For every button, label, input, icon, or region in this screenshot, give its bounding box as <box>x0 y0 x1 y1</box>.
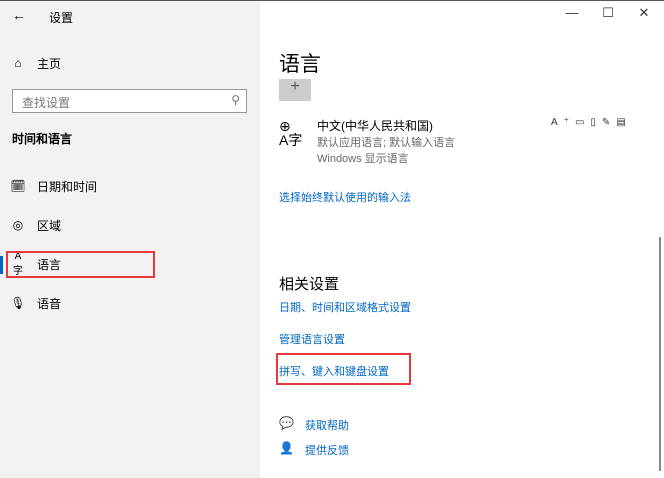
display-language-icon: A⁺ <box>551 117 575 128</box>
sidebar-item-label: 语音 <box>37 296 62 311</box>
sidebar-item-speech[interactable]: 🎙 语音 <box>0 288 260 318</box>
language-default-info: 默认应用语言; 默认输入语言 <box>317 137 456 149</box>
get-help-link[interactable]: 获取帮助 <box>305 417 349 433</box>
feedback-icon: 👤 <box>279 441 294 455</box>
sidebar: ← 设置 ⌂ 主页 查找设置 ⚲ 时间和语言 🗓 日期和时间 ◎ 区域 A字 语… <box>0 1 260 478</box>
scrollbar[interactable] <box>659 237 661 471</box>
plus-icon: + <box>290 78 300 95</box>
manage-language-link[interactable]: 管理语言设置 <box>279 331 345 347</box>
language-name: 中文(中华人民共和国) <box>317 119 433 133</box>
speech-recognition-icon: ▭ <box>574 117 591 128</box>
page-title: 语言 <box>279 53 321 76</box>
highlight-box <box>276 353 411 385</box>
sidebar-item-home[interactable]: ⌂ 主页 <box>0 48 260 78</box>
sidebar-item-region[interactable]: ◎ 区域 <box>0 210 260 240</box>
sidebar-item-label: 区域 <box>37 218 62 233</box>
date-region-format-link[interactable]: 日期、时间和区域格式设置 <box>279 299 411 315</box>
search-placeholder: 查找设置 <box>22 96 71 110</box>
input-method-link[interactable]: 选择始终默认使用的输入法 <box>279 189 411 205</box>
microphone-icon: 🎙 <box>10 296 26 310</box>
globe-icon: ◎ <box>12 218 24 232</box>
add-language-button[interactable]: + <box>279 79 311 101</box>
minimize-button[interactable]: — <box>552 5 592 20</box>
search-icon: ⚲ <box>231 93 240 107</box>
keyboard-icon: ▤ <box>616 117 632 128</box>
related-settings-heading: 相关设置 <box>279 276 340 293</box>
maximize-button[interactable]: ☐ <box>588 5 628 21</box>
home-label: 主页 <box>37 56 62 71</box>
microphone-icon: ▯ <box>590 117 602 128</box>
language-display-info: Windows 显示语言 <box>317 153 409 165</box>
window-title: 设置 <box>49 11 74 25</box>
handwriting-icon: ✎ <box>601 117 617 128</box>
section-heading: 时间和语言 <box>12 132 73 146</box>
highlight-box <box>6 251 155 278</box>
back-button[interactable]: ← <box>12 7 26 23</box>
search-input[interactable]: 查找设置 ⚲ <box>12 89 247 113</box>
close-button[interactable]: ✕ <box>624 5 664 21</box>
home-icon: ⌂ <box>14 56 22 70</box>
language-feature-icons: A⁺▭▯✎▤ <box>551 117 632 128</box>
language-glyph-icon: ⊕ A字 <box>279 118 303 148</box>
selected-indicator <box>0 256 3 274</box>
calendar-clock-icon: 🗓 <box>10 179 26 193</box>
language-item[interactable]: ⊕ A字 中文(中华人民共和国) 默认应用语言; 默认输入语言 Windows 显… <box>279 117 659 167</box>
content-pane: — ☐ ✕ 语言 + ⊕ A字 中文(中华人民共和国) 默认应用语言; 默认输入语… <box>260 1 664 478</box>
sidebar-item-date-time[interactable]: 🗓 日期和时间 <box>0 171 260 201</box>
feedback-link[interactable]: 提供反馈 <box>305 442 349 458</box>
sidebar-item-label: 日期和时间 <box>37 179 98 194</box>
help-icon: 💬 <box>279 416 294 430</box>
